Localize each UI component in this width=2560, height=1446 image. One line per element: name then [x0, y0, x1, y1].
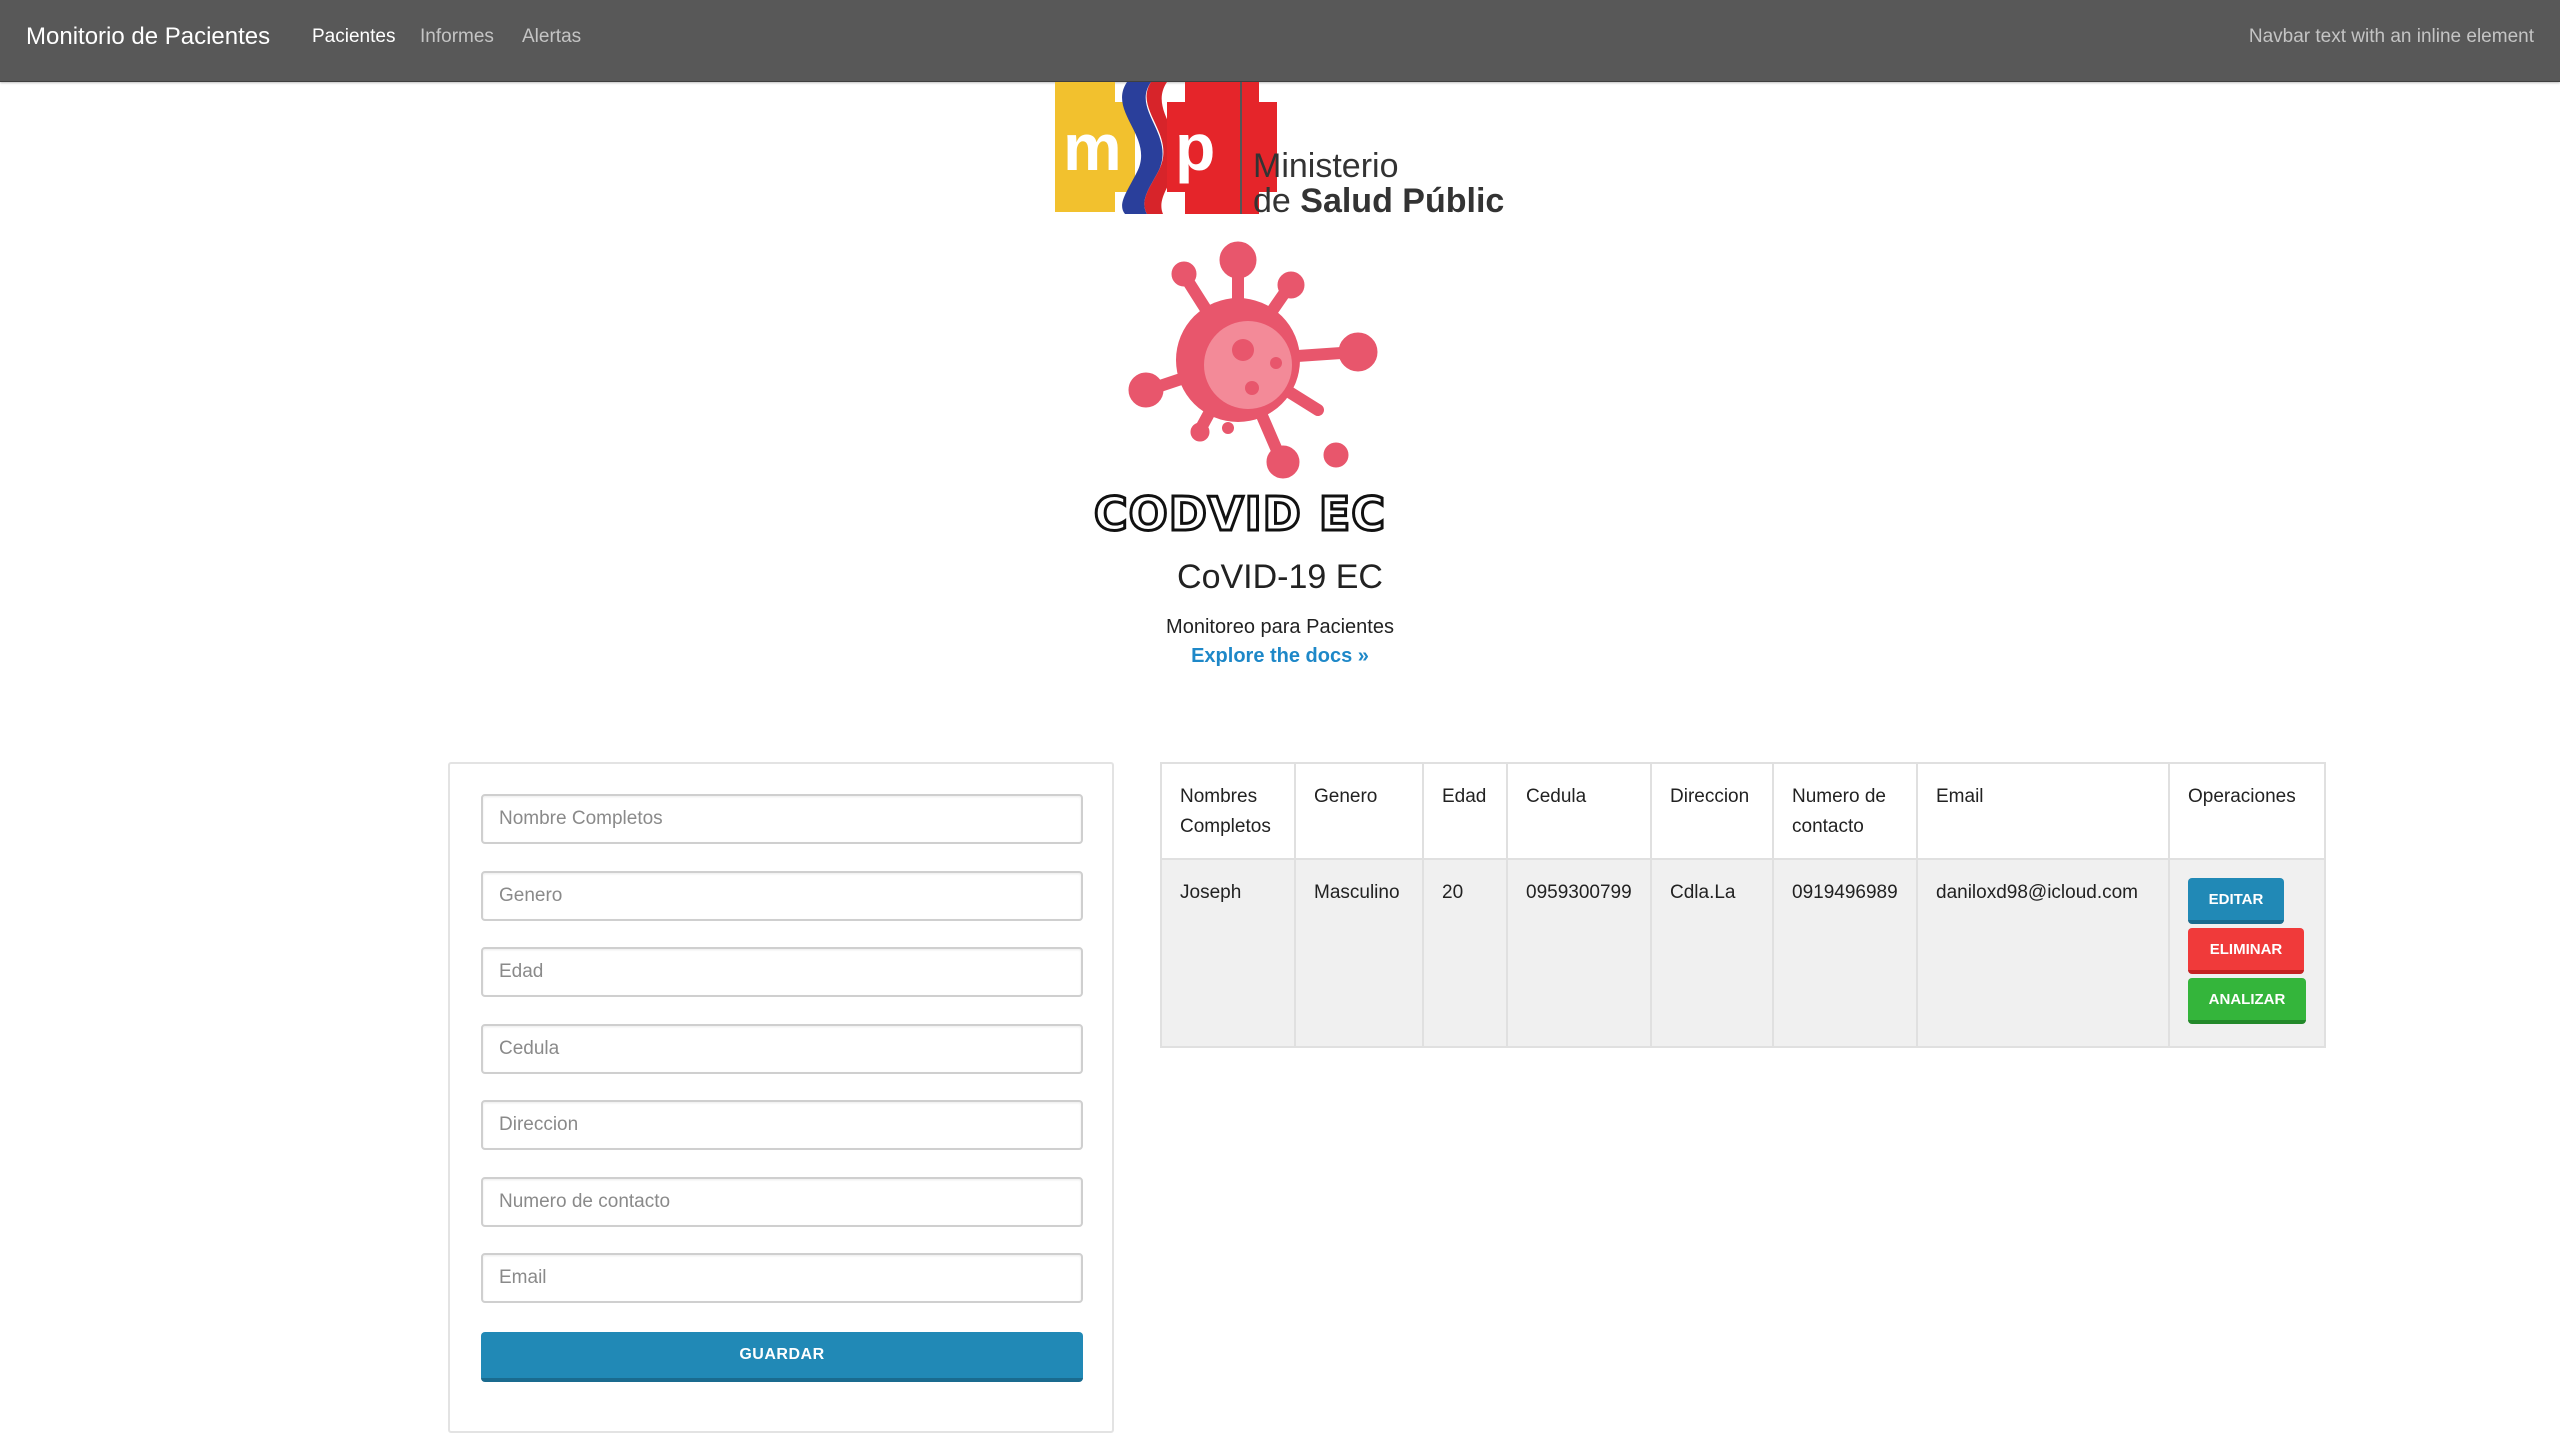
msp-text-salud: de Salud Pública: [1253, 182, 1505, 220]
cell-numero: 0919496989: [1772, 858, 1918, 1048]
navbar-brand[interactable]: Monitorio de Pacientes: [26, 20, 270, 54]
nav-link-pacientes[interactable]: Pacientes: [312, 24, 395, 50]
codvid-ec-wordmark: CODVID EC: [1092, 486, 1386, 543]
editar-button[interactable]: EDITAR: [2188, 878, 2284, 924]
msp-initials-m: m: [1063, 110, 1122, 184]
cell-genero: Masculino: [1294, 858, 1424, 1048]
navbar: Monitorio de Pacientes Pacientes Informe…: [0, 0, 2560, 82]
cell-cedula: 0959300799: [1506, 858, 1652, 1048]
patients-table: Nombres Completos Genero Edad Cedula Dir…: [1160, 762, 2326, 1050]
eliminar-button[interactable]: ELIMINAR: [2188, 928, 2304, 974]
analizar-button[interactable]: ANALIZAR: [2188, 978, 2306, 1024]
nav-link-informes[interactable]: Informes: [420, 24, 494, 50]
virus-icon: [1128, 241, 1378, 479]
table-header-row: Nombres Completos Genero Edad Cedula Dir…: [1160, 762, 2326, 860]
cell-email: daniloxd98@icloud.com: [1916, 858, 2170, 1048]
th-nombres: Nombres Completos: [1160, 762, 1296, 860]
cell-edad: 20: [1422, 858, 1508, 1048]
msp-logo: m p Ministerio de Salud Pública: [1055, 82, 1505, 220]
guardar-button[interactable]: GUARDAR: [481, 1332, 1083, 1382]
explore-docs-link[interactable]: Explore the docs »: [0, 643, 2560, 669]
cell-nombres: Joseph: [1160, 858, 1296, 1048]
patient-form: GUARDAR: [448, 762, 1114, 1433]
cell-direccion: Cdla.La: [1650, 858, 1774, 1048]
hero-title: CoVID-19 EC: [1177, 558, 1383, 596]
direccion-input[interactable]: [481, 1100, 1083, 1150]
nav-link-alertas[interactable]: Alertas: [522, 24, 581, 50]
nombre-input[interactable]: [481, 794, 1083, 844]
msp-initials-p: p: [1175, 110, 1215, 184]
email-input[interactable]: [481, 1253, 1083, 1303]
th-operaciones: Operaciones: [2168, 762, 2326, 860]
numero-contacto-input[interactable]: [481, 1177, 1083, 1227]
th-email: Email: [1916, 762, 2170, 860]
msp-text-ministerio: Ministerio: [1253, 147, 1398, 185]
th-cedula: Cedula: [1506, 762, 1652, 860]
hero-subtitle: Monitoreo para Pacientes: [1166, 616, 1394, 638]
table-row: Joseph Masculino 20 0959300799 Cdla.La 0…: [1160, 858, 2326, 1048]
th-direccion: Direccion: [1650, 762, 1774, 860]
edad-input[interactable]: [481, 947, 1083, 997]
navbar-text: Navbar text with an inline element: [2248, 26, 2534, 47]
th-genero: Genero: [1294, 762, 1424, 860]
th-edad: Edad: [1422, 762, 1508, 860]
cell-operaciones: EDITAR ELIMINAR ANALIZAR: [2168, 858, 2326, 1048]
svg-text:CODVID EC: CODVID EC: [1094, 487, 1386, 541]
genero-input[interactable]: [481, 871, 1083, 921]
th-numero: Numero de contacto: [1772, 762, 1918, 860]
cedula-input[interactable]: [481, 1024, 1083, 1074]
